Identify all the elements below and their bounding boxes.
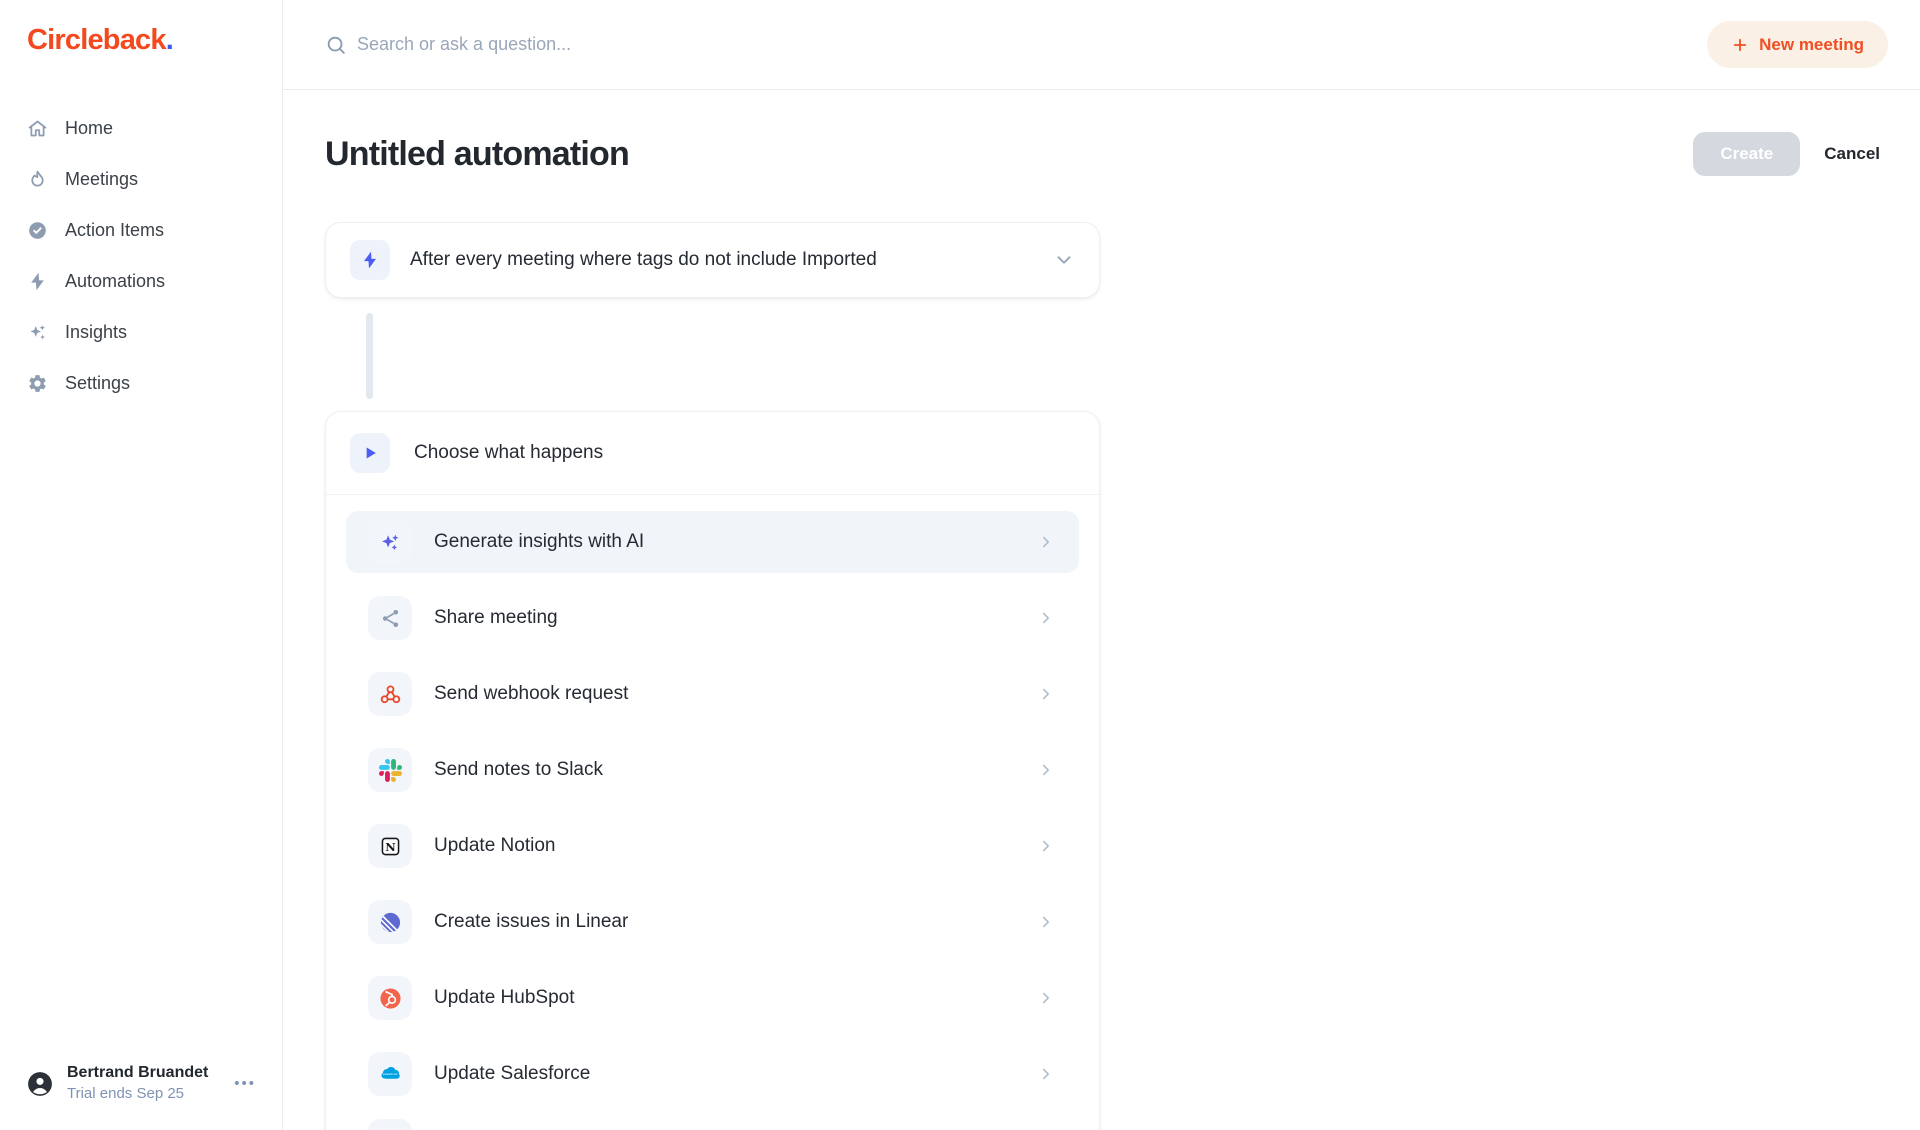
sidebar-item-automations[interactable]: Automations — [0, 256, 282, 307]
action-send-webhook[interactable]: Send webhook request — [346, 663, 1079, 725]
trigger-label: After every meeting where tags do not in… — [410, 249, 1033, 271]
action-label: Send webhook request — [434, 683, 1037, 705]
user-avatar-icon — [27, 1071, 53, 1097]
sidebar-item-label: Home — [65, 118, 113, 139]
svg-text:salesforce: salesforce — [382, 1072, 397, 1076]
actions-card: Choose what happens Generate insights wi… — [325, 411, 1100, 1130]
action-label: Update Salesforce — [434, 1063, 1037, 1085]
user-menu-ellipsis-icon[interactable]: ••• — [230, 1080, 260, 1088]
lightning-icon — [350, 240, 390, 280]
sidebar-item-insights[interactable]: Insights — [0, 307, 282, 358]
action-generate-insights[interactable]: Generate insights with AI — [346, 511, 1079, 573]
action-label: Send notes to Slack — [434, 759, 1037, 781]
title-row: Untitled automation Create Cancel — [325, 132, 1920, 176]
action-label: Generate insights with AI — [434, 531, 1037, 553]
share-icon — [368, 596, 412, 640]
create-button[interactable]: Create — [1693, 132, 1800, 176]
action-label: Share meeting — [434, 607, 1037, 629]
gear-icon — [27, 373, 48, 394]
search-bar — [325, 34, 1707, 56]
brand-logo[interactable]: Circleback. — [0, 0, 282, 57]
sidebar-item-label: Automations — [65, 271, 165, 292]
salesforce-icon: salesforce — [368, 1052, 412, 1096]
user-name: Bertrand Bruandet — [67, 1063, 208, 1083]
flow-connector-line — [366, 313, 373, 399]
action-label: Create issues in Linear — [434, 911, 1037, 933]
play-icon — [350, 433, 390, 473]
user-account-row: Bertrand Bruandet Trial ends Sep 25 ••• — [0, 1063, 282, 1130]
chevron-right-icon — [1037, 609, 1055, 627]
flame-icon — [27, 169, 48, 190]
action-label: Update Notion — [434, 835, 1037, 857]
sidebar-nav: Home Meetings Action Items Automations — [0, 103, 282, 409]
sidebar: Circleback. Home Meetings Action Items — [0, 0, 283, 1130]
chevron-right-icon — [1037, 685, 1055, 703]
automation-editor: Untitled automation Create Cancel After … — [283, 90, 1920, 1130]
svg-text:N: N — [385, 839, 396, 853]
sparkles-icon — [27, 322, 48, 343]
action-share-meeting[interactable]: Share meeting — [346, 587, 1079, 649]
page-title: Untitled automation — [325, 135, 629, 174]
brand-name: Circleback — [27, 24, 166, 56]
linear-icon — [368, 900, 412, 944]
notion-icon: N — [368, 824, 412, 868]
sidebar-item-label: Meetings — [65, 169, 138, 190]
sidebar-item-action-items[interactable]: Action Items — [0, 205, 282, 256]
webhook-icon — [368, 672, 412, 716]
search-icon — [325, 34, 347, 56]
trigger-card[interactable]: After every meeting where tags do not in… — [325, 222, 1100, 298]
action-list: Generate insights with AI Share meeting — [326, 495, 1099, 1130]
new-meeting-button[interactable]: New meeting — [1707, 21, 1888, 68]
action-update-hubspot[interactable]: Update HubSpot — [346, 967, 1079, 1029]
topbar: New meeting — [283, 0, 1920, 90]
action-label: Update HubSpot — [434, 987, 1037, 1009]
hubspot-icon — [368, 976, 412, 1020]
home-icon — [27, 118, 48, 139]
sidebar-item-label: Insights — [65, 322, 127, 343]
chevron-right-icon — [1037, 837, 1055, 855]
chevron-right-icon — [1037, 533, 1055, 551]
sidebar-item-home[interactable]: Home — [0, 103, 282, 154]
action-update-salesforce[interactable]: salesforce Update Salesforce — [346, 1043, 1079, 1105]
plus-icon — [1731, 36, 1749, 54]
action-row-partial[interactable] — [346, 1119, 1079, 1130]
check-circle-icon — [27, 220, 48, 241]
chevron-right-icon — [1037, 913, 1055, 931]
title-actions: Create Cancel — [1693, 132, 1880, 176]
cancel-button[interactable]: Cancel — [1824, 144, 1880, 164]
bolt-icon — [27, 271, 48, 292]
actions-header-label: Choose what happens — [414, 442, 603, 464]
main-area: New meeting Untitled automation Create C… — [283, 0, 1920, 1130]
trial-status: Trial ends Sep 25 — [67, 1085, 208, 1104]
new-meeting-label: New meeting — [1759, 35, 1864, 55]
action-send-slack[interactable]: Send notes to Slack — [346, 739, 1079, 801]
action-create-linear-issues[interactable]: Create issues in Linear — [346, 891, 1079, 953]
chevron-down-icon — [1053, 249, 1075, 271]
brand-dot: . — [166, 24, 173, 56]
user-texts: Bertrand Bruandet Trial ends Sep 25 — [67, 1063, 208, 1104]
sidebar-item-settings[interactable]: Settings — [0, 358, 282, 409]
chevron-right-icon — [1037, 989, 1055, 1007]
chevron-right-icon — [1037, 1065, 1055, 1083]
partial-action-icon — [368, 1119, 412, 1130]
actions-card-header: Choose what happens — [326, 412, 1099, 494]
sidebar-item-label: Action Items — [65, 220, 164, 241]
slack-icon — [368, 748, 412, 792]
search-input[interactable] — [357, 34, 957, 55]
sidebar-item-label: Settings — [65, 373, 130, 394]
ai-sparkles-icon — [368, 520, 412, 564]
app-root: Circleback. Home Meetings Action Items — [0, 0, 1920, 1130]
action-update-notion[interactable]: N Update Notion — [346, 815, 1079, 877]
sidebar-item-meetings[interactable]: Meetings — [0, 154, 282, 205]
chevron-right-icon — [1037, 761, 1055, 779]
